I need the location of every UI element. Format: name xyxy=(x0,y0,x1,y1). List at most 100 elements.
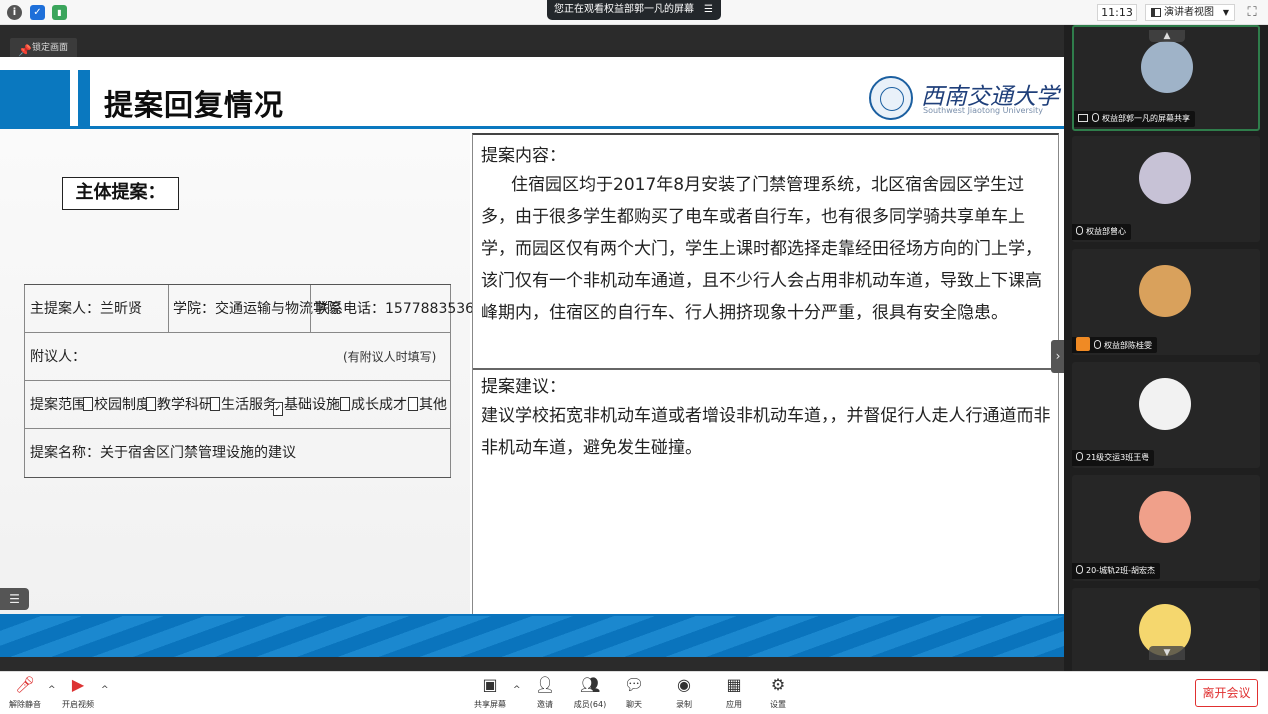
speaker-view-icon xyxy=(1151,8,1161,17)
mic-muted-icon: 🎤︎ xyxy=(15,675,36,694)
security-shield-icon[interactable]: ✓ xyxy=(30,5,45,20)
form-row-name: 提案名称：关于宿舍区门禁管理设施的建议 xyxy=(24,429,451,477)
scope-option: 成长成才 xyxy=(340,381,407,429)
university-seal-icon xyxy=(869,76,913,120)
checkbox-icon xyxy=(146,397,156,411)
start-video-button[interactable]: ▶︎ 开启视频 xyxy=(55,675,101,713)
scope-option: 校园制度 xyxy=(83,381,150,429)
header-rule xyxy=(0,126,1064,129)
participant-namebar: 20-城轨2班-胡宏杰 xyxy=(1072,563,1161,579)
chevron-down-icon[interactable]: ▼ xyxy=(1149,646,1185,660)
participant-name: 权益部曾心 xyxy=(1086,227,1126,236)
suggestion-label: 提案建议： xyxy=(481,377,566,397)
checked-checkbox-icon: ✓ xyxy=(273,402,283,416)
lock-screen-label: 锁定画面 xyxy=(32,43,69,53)
participant-namebar: 权益部陈桂雯 xyxy=(1072,337,1157,353)
fullscreen-icon[interactable]: ⛶ xyxy=(1244,5,1260,21)
checkbox-icon xyxy=(210,397,220,411)
participant-tile[interactable]: 20-城轨2班-胡宏杰 xyxy=(1072,475,1260,581)
user-icon xyxy=(1076,337,1090,351)
gear-icon: ⚙ xyxy=(770,675,786,694)
avatar xyxy=(1139,152,1191,204)
avatar xyxy=(1139,378,1191,430)
slide-footer-band xyxy=(0,614,1064,657)
unmute-button[interactable]: 🎤︎ 解除静音 xyxy=(2,675,48,713)
participant-namebar: 权益部郭一凡的屏幕共享 xyxy=(1074,111,1195,127)
participant-namebar: 权益部曾心 xyxy=(1072,224,1131,240)
viewing-screen-banner[interactable]: 您正在观看权益部郭一凡的屏幕 ☰ xyxy=(547,0,721,20)
university-logo-english: Southwest Jiaotong University xyxy=(923,106,1044,115)
view-mode-dropdown[interactable]: 演讲者视图 ▼ xyxy=(1145,4,1235,21)
slide-title: 提案回复情况 xyxy=(104,88,285,122)
signal-icon[interactable]: ▮ xyxy=(52,5,67,20)
main-proposal-label: 主体提案： xyxy=(62,177,179,210)
add-user-icon: 👤︎ xyxy=(535,675,556,694)
share-screen-button[interactable]: ▣ 共享屏幕 xyxy=(467,675,513,713)
mic-muted-icon xyxy=(1076,226,1083,235)
chevron-down-icon: ▼ xyxy=(1222,8,1229,17)
scope-option-checked: ✓ 基础设施 xyxy=(273,397,340,416)
settings-button[interactable]: ⚙ 设置 xyxy=(755,675,801,713)
participant-name: 权益部陈桂雯 xyxy=(1104,341,1152,350)
list-icon[interactable]: ☰ xyxy=(0,588,29,610)
info-icon[interactable]: i xyxy=(7,5,22,20)
avatar xyxy=(1139,265,1191,317)
leave-meeting-button[interactable]: 离开会议 xyxy=(1195,679,1258,707)
participants-panel: 权益部郭一凡的屏幕共享 权益部曾心 权益部陈桂雯 21级交运3班王粤 20-城轨… xyxy=(1064,25,1268,671)
participant-name: 21级交运3班王粤 xyxy=(1086,453,1150,462)
chevron-up-icon[interactable]: ^ xyxy=(513,685,521,695)
meeting-time: 11:13 xyxy=(1097,4,1137,21)
top-bar: i ✓ ▮ 您正在观看权益部郭一凡的屏幕 ☰ 11:13 演讲者视图 ▼ ⛶ xyxy=(0,0,1268,25)
participant-tile[interactable]: 权益部陈桂雯 xyxy=(1072,249,1260,355)
form-row-proposer: 主提案人：兰昕贤 学院：交通运输与物流学院 联系电话：15778835369 xyxy=(24,285,483,333)
record-button[interactable]: ◉ 录制 xyxy=(661,675,707,713)
content-label: 提案内容： xyxy=(481,146,566,166)
presentation-slide: 提案回复情况 西南交通大学 Southwest Jiaotong Univers… xyxy=(0,57,1064,657)
scope-option: 生活服务 xyxy=(210,381,277,429)
members-button[interactable]: 👥︎ 成员(64) xyxy=(567,675,613,713)
share-screen-icon: ▣ xyxy=(482,675,498,694)
content-divider xyxy=(473,368,1058,370)
video-off-icon: ▶︎ xyxy=(71,675,85,694)
checkbox-icon xyxy=(83,397,93,411)
lock-screen-button[interactable]: 📌 锁定画面 xyxy=(10,38,78,59)
invite-button[interactable]: 👤︎ 邀请 xyxy=(522,675,568,713)
proposal-form-table: 主提案人：兰昕贤 学院：交通运输与物流学院 联系电话：15778835369 附… xyxy=(24,284,483,478)
attachee-note: (有附议人时填写) xyxy=(343,350,437,364)
menu-icon[interactable]: ☰ xyxy=(704,0,713,20)
avatar xyxy=(1141,41,1193,93)
phone-cell: 联系电话：15778835369 xyxy=(315,301,483,317)
chevron-up-icon[interactable]: ^ xyxy=(101,685,109,695)
proposal-name-cell: 提案名称：关于宿舍区门禁管理设施的建议 xyxy=(30,445,296,461)
screen-share-icon xyxy=(1078,114,1088,122)
form-row-attachee: 附议人： (有附议人时填写) xyxy=(24,333,451,381)
meeting-toolbar: 🎤︎ 解除静音 ^ ▶︎ 开启视频 ^ ▣ 共享屏幕 ^ 👤︎ 邀请 👥︎ 成员… xyxy=(0,671,1268,714)
chat-icon: 💬︎ xyxy=(624,675,645,694)
participant-tile[interactable]: 权益部曾心 xyxy=(1072,136,1260,242)
participant-namebar: 21级交运3班王粤 xyxy=(1072,450,1155,466)
avatar xyxy=(1139,491,1191,543)
participant-name: 权益部郭一凡的屏幕共享 xyxy=(1102,114,1190,123)
record-icon: ◉ xyxy=(677,675,691,694)
chat-button[interactable]: 💬︎ 聊天 xyxy=(611,675,657,713)
shared-screen: 📌 锁定画面 提案回复情况 西南交通大学 Southwest Jiaotong … xyxy=(0,25,1065,671)
viewing-screen-text: 您正在观看权益部郭一凡的屏幕 xyxy=(554,4,694,15)
chevron-up-icon[interactable]: ▲ xyxy=(1149,30,1185,42)
view-mode-label: 演讲者视图 xyxy=(1164,7,1214,18)
mic-muted-icon xyxy=(1076,452,1083,461)
form-row-scope: 提案范围： 校园制度 教学科研 生活服务 ✓ 基础设施 成长成才 其他 xyxy=(24,381,451,429)
proposer-cell: 主提案人：兰昕贤 xyxy=(30,301,142,317)
mic-icon xyxy=(1092,113,1099,122)
participant-tile[interactable]: 21级交运3班王粤 xyxy=(1072,362,1260,468)
apps-button[interactable]: ▦ 应用 xyxy=(711,675,757,713)
slide-header: 提案回复情况 西南交通大学 Southwest Jiaotong Univers… xyxy=(0,57,1064,129)
members-icon: 👥︎ xyxy=(580,675,601,694)
mic-muted-icon xyxy=(1094,340,1101,349)
header-accent-bar xyxy=(0,70,70,126)
checkbox-icon xyxy=(340,397,350,411)
scope-option: 其他 xyxy=(408,381,447,429)
suggestion-text: 建议学校拓宽非机动车道或者增设非机动车道，，并督促行人走人行通道而非非机动车道，… xyxy=(481,406,1051,458)
content-text: 住宿园区均于2017年8月安装了门禁管理系统，北区宿舍园区学生过多，由于很多学生… xyxy=(481,175,1042,323)
header-accent-bar-2 xyxy=(78,70,90,126)
panel-toggle-handle[interactable]: › xyxy=(1051,340,1065,373)
